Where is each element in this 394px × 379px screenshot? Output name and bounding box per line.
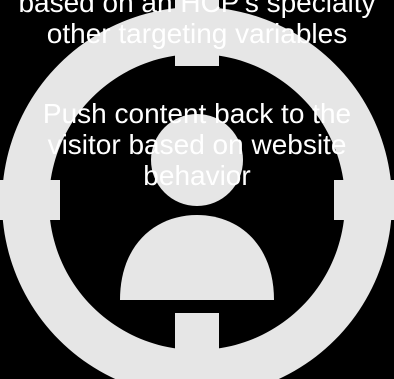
text-line: other targeting variables xyxy=(46,18,348,49)
text-line: visitor based on website xyxy=(47,129,347,160)
text-line: Push content back to the xyxy=(42,98,352,129)
push-content-text: Push content back to the visitor based o… xyxy=(0,98,394,191)
text-line: based on an HCP's specialty xyxy=(18,0,376,18)
person-shoulders xyxy=(120,215,274,300)
slide: based on an HCP's specialty other target… xyxy=(0,0,394,379)
text-line: behavior xyxy=(143,160,251,191)
crosshair-bottom xyxy=(175,313,219,379)
targeting-text: based on an HCP's specialty other target… xyxy=(0,0,394,49)
